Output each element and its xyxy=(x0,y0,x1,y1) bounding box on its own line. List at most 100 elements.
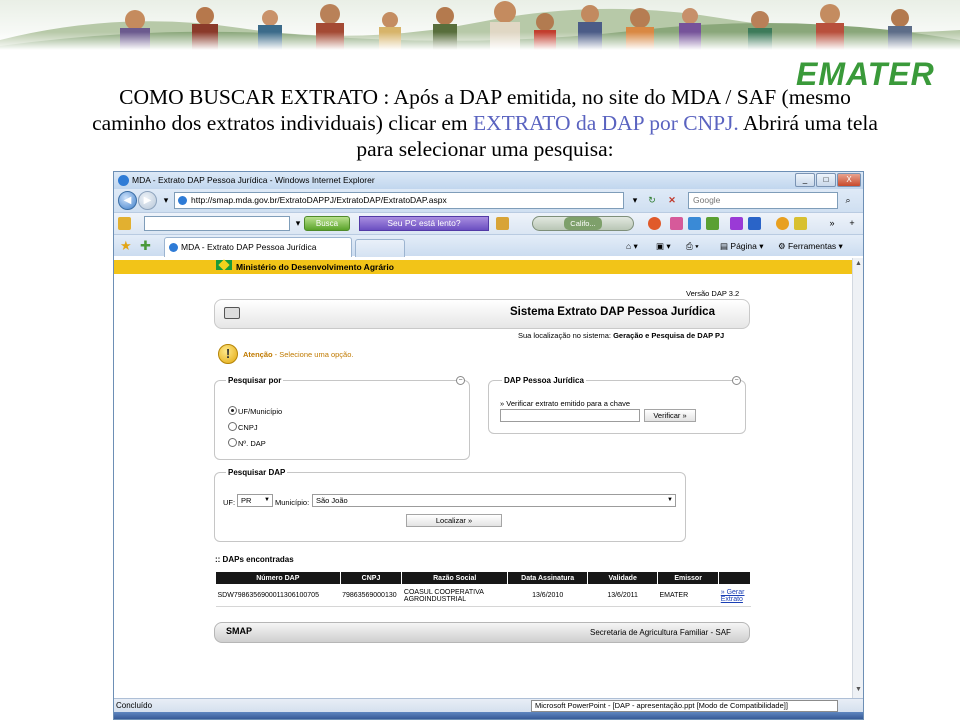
cell-data-assinatura: 13/6/2010 xyxy=(507,584,588,607)
dap-pj-legend: DAP Pessoa Jurídica xyxy=(502,376,586,385)
system-title: Sistema Extrato DAP Pessoa Jurídica xyxy=(510,306,715,318)
status-text: Concluído xyxy=(116,701,153,710)
col-data-assinatura: Data Assinatura xyxy=(507,571,589,585)
card-icon xyxy=(224,307,240,319)
toolbar-puzzle-icon[interactable] xyxy=(706,217,719,230)
favorites-star-icon[interactable]: ★ xyxy=(120,238,132,253)
pesquisar-por-legend: Pesquisar por xyxy=(226,376,284,385)
verificar-button[interactable]: Verificar » xyxy=(644,409,696,422)
smap-logo: SMAP xyxy=(226,626,253,636)
brazil-flag-icon xyxy=(216,260,232,270)
municipio-label: Município: xyxy=(275,498,310,507)
toolbar-grid-icon[interactable] xyxy=(670,217,683,230)
radio-uf-municipio[interactable]: UF/Município xyxy=(228,406,282,417)
tab-extrato-dap[interactable]: MDA - Extrato DAP Pessoa Jurídica xyxy=(164,237,352,257)
toolbar-add-icon[interactable]: + xyxy=(844,215,860,232)
scroll-down-icon[interactable]: ▼ xyxy=(855,686,862,693)
maximize-button[interactable]: □ xyxy=(816,173,836,187)
chave-input[interactable] xyxy=(500,409,640,422)
version-label: Versão DAP 3.2 xyxy=(686,289,740,298)
gerar-extrato-link[interactable]: » Gerar Extrato xyxy=(718,584,751,607)
toolbar-face-icon[interactable] xyxy=(794,217,807,230)
instruction-line-3: para selecionar uma pesquisa: xyxy=(356,137,614,161)
dap-pj-collapse-icon[interactable]: − xyxy=(732,376,741,385)
home-icon[interactable]: ⌂ ▾ xyxy=(626,239,638,253)
daps-table: Número DAP CNPJ Razão Social Data Assina… xyxy=(215,571,751,607)
pesquisar-por-collapse-icon[interactable]: − xyxy=(456,376,465,385)
search-input[interactable]: Google xyxy=(688,192,838,209)
cell-numero-dap: SDW7986356900011306100705 xyxy=(215,584,341,607)
address-field[interactable]: http://smap.mda.gov.br/ExtratoDAPPJ/Extr… xyxy=(174,192,624,209)
table-row: SDW7986356900011306100705 79863569000130… xyxy=(215,584,751,607)
slide-banner xyxy=(0,0,960,50)
uf-select[interactable]: PR ▼ xyxy=(237,494,273,507)
daps-found-title: :: DAPs encontradas xyxy=(215,555,294,564)
localizar-button[interactable]: Localizar » xyxy=(406,514,502,527)
addon-toolbar: ▾ Busca Seu PC está lento? Califo... » + xyxy=(114,212,863,234)
taskbar-tooltip: Microsoft PowerPoint - [DAP - apresentaç… xyxy=(531,700,838,712)
toolbar-search-field[interactable] xyxy=(144,216,290,231)
ministry-title: Ministério do Desenvolvimento Agrário xyxy=(236,262,394,272)
feeds-icon[interactable]: ▣ ▾ xyxy=(656,239,671,253)
instruction-line-2: caminho dos extratos individuais) clicar… xyxy=(92,111,878,135)
pesquisar-dap-legend: Pesquisar DAP xyxy=(226,468,288,477)
toolbar-info-icon[interactable] xyxy=(748,217,761,230)
page-icon xyxy=(178,196,187,205)
address-bar-row: ◀ ▶ ▾ http://smap.mda.gov.br/ExtratoDAPP… xyxy=(114,189,863,212)
recent-pages-dropdown[interactable]: ▾ xyxy=(158,192,174,209)
new-tab-button[interactable] xyxy=(355,239,405,257)
toolbar-star-icon[interactable] xyxy=(688,217,701,230)
back-button[interactable]: ◀ xyxy=(118,191,137,210)
warning-icon: ! xyxy=(218,344,238,364)
slide-instructions: COMO BUSCAR EXTRATO : Após a DAP emitida… xyxy=(20,84,950,162)
location-breadcrumb: Sua localização no sistema: Geração e Pe… xyxy=(518,331,725,340)
tab-page-icon xyxy=(169,243,178,252)
stop-icon[interactable]: ✕ xyxy=(664,192,680,209)
ie-app-icon xyxy=(118,175,129,186)
windows-taskbar xyxy=(114,712,863,719)
instruction-line-1: COMO BUSCAR EXTRATO : Após a DAP emitida… xyxy=(119,85,851,109)
toolbar-heart-icon[interactable] xyxy=(730,217,743,230)
toolbar-ring-icon[interactable] xyxy=(776,217,789,230)
pesquisar-dap-fieldset xyxy=(214,472,686,542)
toolbar-more-icon[interactable]: » xyxy=(824,215,840,232)
vertical-scrollbar[interactable]: ▲ ▼ xyxy=(852,258,863,698)
toolbar-smiley-icon[interactable] xyxy=(648,217,661,230)
col-emissor: Emissor xyxy=(656,571,720,585)
busca-button[interactable]: Busca xyxy=(304,216,350,231)
col-cnpj: CNPJ xyxy=(339,571,403,585)
col-action xyxy=(718,571,751,585)
col-razao-social: Razão Social xyxy=(401,571,509,585)
cell-validade: 13/6/2011 xyxy=(587,584,658,607)
cell-emissor: EMATER xyxy=(657,584,719,607)
dap-pj-hint: » Verificar extrato emitido para a chave xyxy=(500,399,631,408)
media-player[interactable]: Califo... xyxy=(532,216,634,231)
toolbar-folder-icon[interactable] xyxy=(496,217,509,230)
municipio-select[interactable]: São João ▼ xyxy=(312,494,676,507)
scroll-up-icon[interactable]: ▲ xyxy=(855,260,862,267)
close-button[interactable]: X xyxy=(837,173,861,187)
pagina-menu[interactable]: ▤ Página ▾ xyxy=(720,239,764,253)
radio-cnpj[interactable]: CNPJ xyxy=(228,422,258,433)
web-page: Ministério do Desenvolvimento Agrário Ve… xyxy=(114,258,852,698)
window-titlebar: MDA - Extrato DAP Pessoa Jurídica - Wind… xyxy=(114,172,863,189)
window-title: MDA - Extrato DAP Pessoa Jurídica - Wind… xyxy=(132,175,375,185)
toolbar-logo-icon[interactable] xyxy=(118,217,131,230)
cell-razao-social: COASUL COOPERATIVA AGROINDUSTRIAL xyxy=(401,584,508,607)
pc-lento-button[interactable]: Seu PC está lento? xyxy=(359,216,489,231)
search-icon[interactable]: ⌕ xyxy=(840,192,856,209)
radio-numero-dap[interactable]: Nº. DAP xyxy=(228,438,266,449)
print-icon[interactable]: ⎙ ▾ xyxy=(686,239,699,253)
ie-window: MDA - Extrato DAP Pessoa Jurídica - Wind… xyxy=(113,171,864,720)
ferramentas-menu[interactable]: ⚙ Ferramentas ▾ xyxy=(778,239,843,253)
address-dropdown-icon[interactable]: ▾ xyxy=(627,192,643,209)
uf-label: UF: xyxy=(223,498,236,507)
extrato-cnpj-highlight: EXTRATO da DAP por CNPJ. xyxy=(473,111,739,135)
col-validade: Validade xyxy=(587,571,658,585)
col-numero-dap: Número DAP xyxy=(215,571,341,585)
forward-button[interactable]: ▶ xyxy=(138,191,157,210)
attention-message: Atenção - Selecione uma opção. xyxy=(243,350,354,359)
add-favorite-icon[interactable]: ✚ xyxy=(140,238,151,253)
minimize-button[interactable]: _ xyxy=(795,173,815,187)
refresh-icon[interactable]: ↻ xyxy=(644,192,660,209)
